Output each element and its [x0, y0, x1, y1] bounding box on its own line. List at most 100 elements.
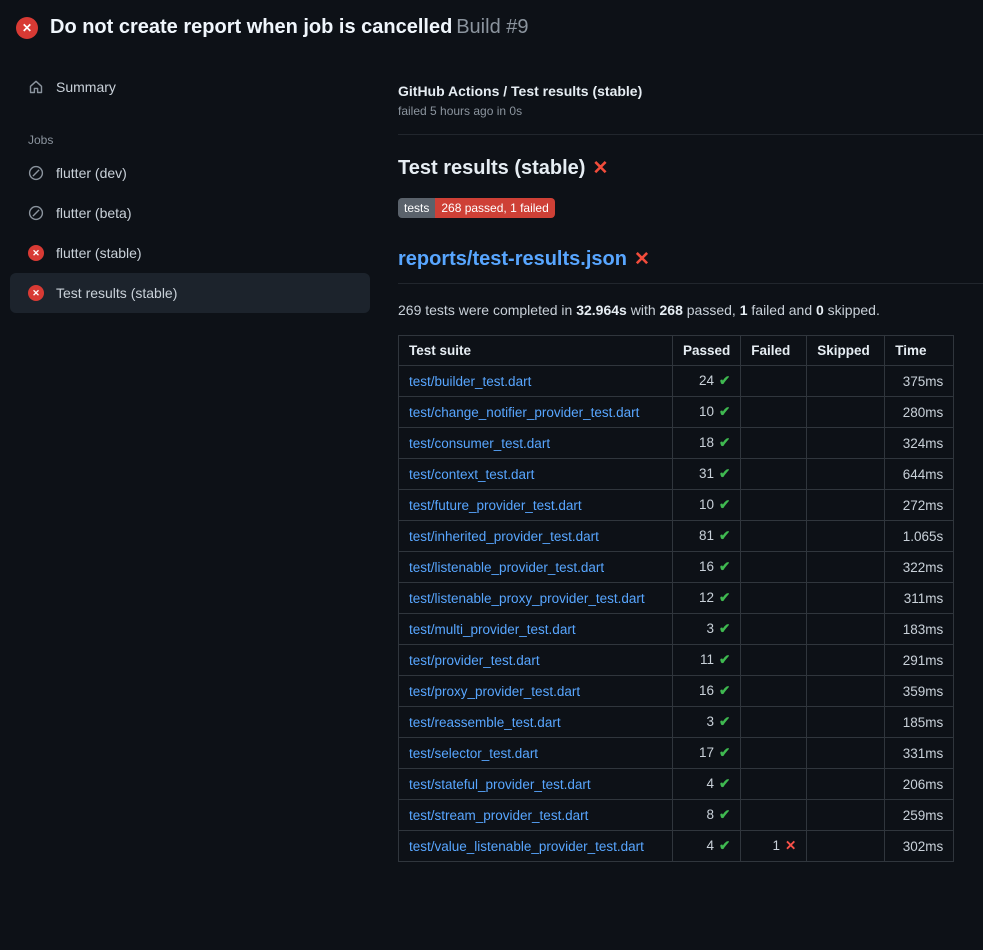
count-value: 12: [699, 590, 714, 605]
test-suite-link[interactable]: test/value_listenable_provider_test.dart: [409, 839, 644, 854]
skipped-cell: [807, 707, 885, 738]
test-suite-link[interactable]: test/stateful_provider_test.dart: [409, 777, 591, 792]
tests-status-badge: tests268 passed, 1 failed: [398, 198, 555, 218]
build-number: Build #9: [456, 16, 528, 38]
test-suite-link[interactable]: test/future_provider_test.dart: [409, 498, 582, 513]
skipped-cell: [807, 366, 885, 397]
test-suite-link[interactable]: test/selector_test.dart: [409, 746, 538, 761]
time-cell: 375ms: [885, 366, 954, 397]
table-row: test/consumer_test.dart18✔324ms: [399, 428, 954, 459]
failed-icon: ✕: [28, 285, 44, 301]
skipped-cell: [807, 676, 885, 707]
column-header-time: Time: [885, 336, 954, 366]
failed-x-icon: ✕: [592, 158, 608, 179]
test-results-table: Test suite Passed Failed Skipped Time te…: [398, 335, 954, 862]
divider: [398, 134, 983, 135]
section-title: Test results (stable)✕: [398, 157, 983, 180]
count-value: 17: [699, 745, 714, 760]
sidebar: Summary Jobs flutter (dev): [0, 49, 398, 313]
sidebar-item-flutter-dev[interactable]: flutter (dev): [10, 153, 370, 193]
time-cell: 1.065s: [885, 521, 954, 552]
time-cell: 206ms: [885, 769, 954, 800]
table-row: test/reassemble_test.dart 3 ✔ 185ms: [399, 707, 954, 738]
check-icon: ✔: [719, 838, 730, 853]
skipped-cell: [807, 738, 885, 769]
skipped-cell: [807, 521, 885, 552]
check-icon: ✔: [719, 528, 730, 543]
time-cell: 322ms: [885, 552, 954, 583]
time-cell: 291ms: [885, 645, 954, 676]
table-row: test/multi_provider_test.dart 3 ✔ 183ms: [399, 614, 954, 645]
run-header: ✕ Do not create report when job is cance…: [0, 0, 983, 49]
failed-count: 1: [740, 302, 748, 318]
sidebar-item-label: flutter (beta): [56, 205, 131, 221]
time-cell: 272ms: [885, 490, 954, 521]
failed-x-icon: ✕: [634, 249, 650, 270]
table-row: test/context_test.dart31✔644ms: [399, 459, 954, 490]
check-icon: ✔: [719, 745, 730, 760]
time-cell: 311ms: [885, 583, 954, 614]
test-suite-link[interactable]: test/proxy_provider_test.dart: [409, 684, 580, 699]
check-icon: ✔: [719, 714, 730, 729]
count-value: 4: [706, 776, 714, 791]
check-icon: ✔: [719, 373, 730, 388]
time-cell: 183ms: [885, 614, 954, 645]
test-suite-link[interactable]: test/change_notifier_provider_test.dart: [409, 405, 639, 420]
time-cell: 280ms: [885, 397, 954, 428]
test-suite-link[interactable]: test/builder_test.dart: [409, 374, 531, 389]
column-header-passed: Passed: [673, 336, 741, 366]
test-suite-link[interactable]: test/listenable_provider_test.dart: [409, 560, 604, 575]
table-row: test/change_notifier_provider_test.dart1…: [399, 397, 954, 428]
skipped-cell: [807, 800, 885, 831]
count-value: 31: [699, 466, 714, 481]
count-value: 81: [699, 528, 714, 543]
check-icon: ✔: [719, 497, 730, 512]
report-link[interactable]: reports/test-results.json: [398, 248, 627, 270]
time-cell: 324ms: [885, 428, 954, 459]
divider: [398, 283, 983, 284]
check-icon: ✔: [719, 807, 730, 822]
count-value: 11: [700, 652, 714, 667]
time-cell: 302ms: [885, 831, 954, 862]
count-value: 8: [706, 807, 714, 822]
passed-count: 268: [660, 302, 683, 318]
sidebar-item-flutter-beta[interactable]: flutter (beta): [10, 193, 370, 233]
skipped-cell: [807, 769, 885, 800]
table-row: test/proxy_provider_test.dart16✔359ms: [399, 676, 954, 707]
count-value: 3: [706, 714, 714, 729]
count-value: 16: [699, 683, 714, 698]
sidebar-item-test-results-stable[interactable]: ✕ Test results (stable): [10, 273, 370, 313]
check-icon: ✔: [719, 559, 730, 574]
test-suite-link[interactable]: test/listenable_proxy_provider_test.dart: [409, 591, 645, 606]
test-suite-link[interactable]: test/stream_provider_test.dart: [409, 808, 588, 823]
table-row: test/stateful_provider_test.dart4✔206ms: [399, 769, 954, 800]
skipped-cell: [807, 397, 885, 428]
table-row: test/stream_provider_test.dart8✔259ms: [399, 800, 954, 831]
cancelled-icon: [28, 205, 44, 221]
count-value: 10: [699, 497, 714, 512]
time-cell: 644ms: [885, 459, 954, 490]
sidebar-item-label: flutter (stable): [56, 245, 142, 261]
duration-value: 32.964s: [576, 302, 627, 318]
test-suite-link[interactable]: test/reassemble_test.dart: [409, 715, 561, 730]
sidebar-item-summary[interactable]: Summary: [10, 67, 370, 107]
column-header-failed: Failed: [741, 336, 807, 366]
table-row: test/inherited_provider_test.dart 81 ✔ 1.06…: [399, 521, 954, 552]
test-suite-link[interactable]: test/consumer_test.dart: [409, 436, 550, 451]
check-icon: ✔: [719, 621, 730, 636]
jobs-list: flutter (dev) flutter (beta) ✕ flutter (…: [10, 153, 370, 313]
count-value: 3: [706, 621, 714, 636]
main-content: GitHub Actions / Test results (stable) f…: [398, 49, 983, 862]
table-row: test/builder_test.dart 24 ✔ 375ms: [399, 366, 954, 397]
skipped-cell: [807, 459, 885, 490]
table-row: test/listenable_provider_test.dart16✔322…: [399, 552, 954, 583]
count-value: 24: [699, 373, 714, 388]
sidebar-item-flutter-stable[interactable]: ✕ flutter (stable): [10, 233, 370, 273]
test-suite-link[interactable]: test/inherited_provider_test.dart: [409, 529, 599, 544]
time-cell: 185ms: [885, 707, 954, 738]
table-header-row: Test suite Passed Failed Skipped Time: [399, 336, 954, 366]
test-suite-link[interactable]: test/context_test.dart: [409, 467, 534, 482]
table-row: test/listenable_proxy_provider_test.dart…: [399, 583, 954, 614]
test-suite-link[interactable]: test/multi_provider_test.dart: [409, 622, 576, 637]
test-suite-link[interactable]: test/provider_test.dart: [409, 653, 540, 668]
